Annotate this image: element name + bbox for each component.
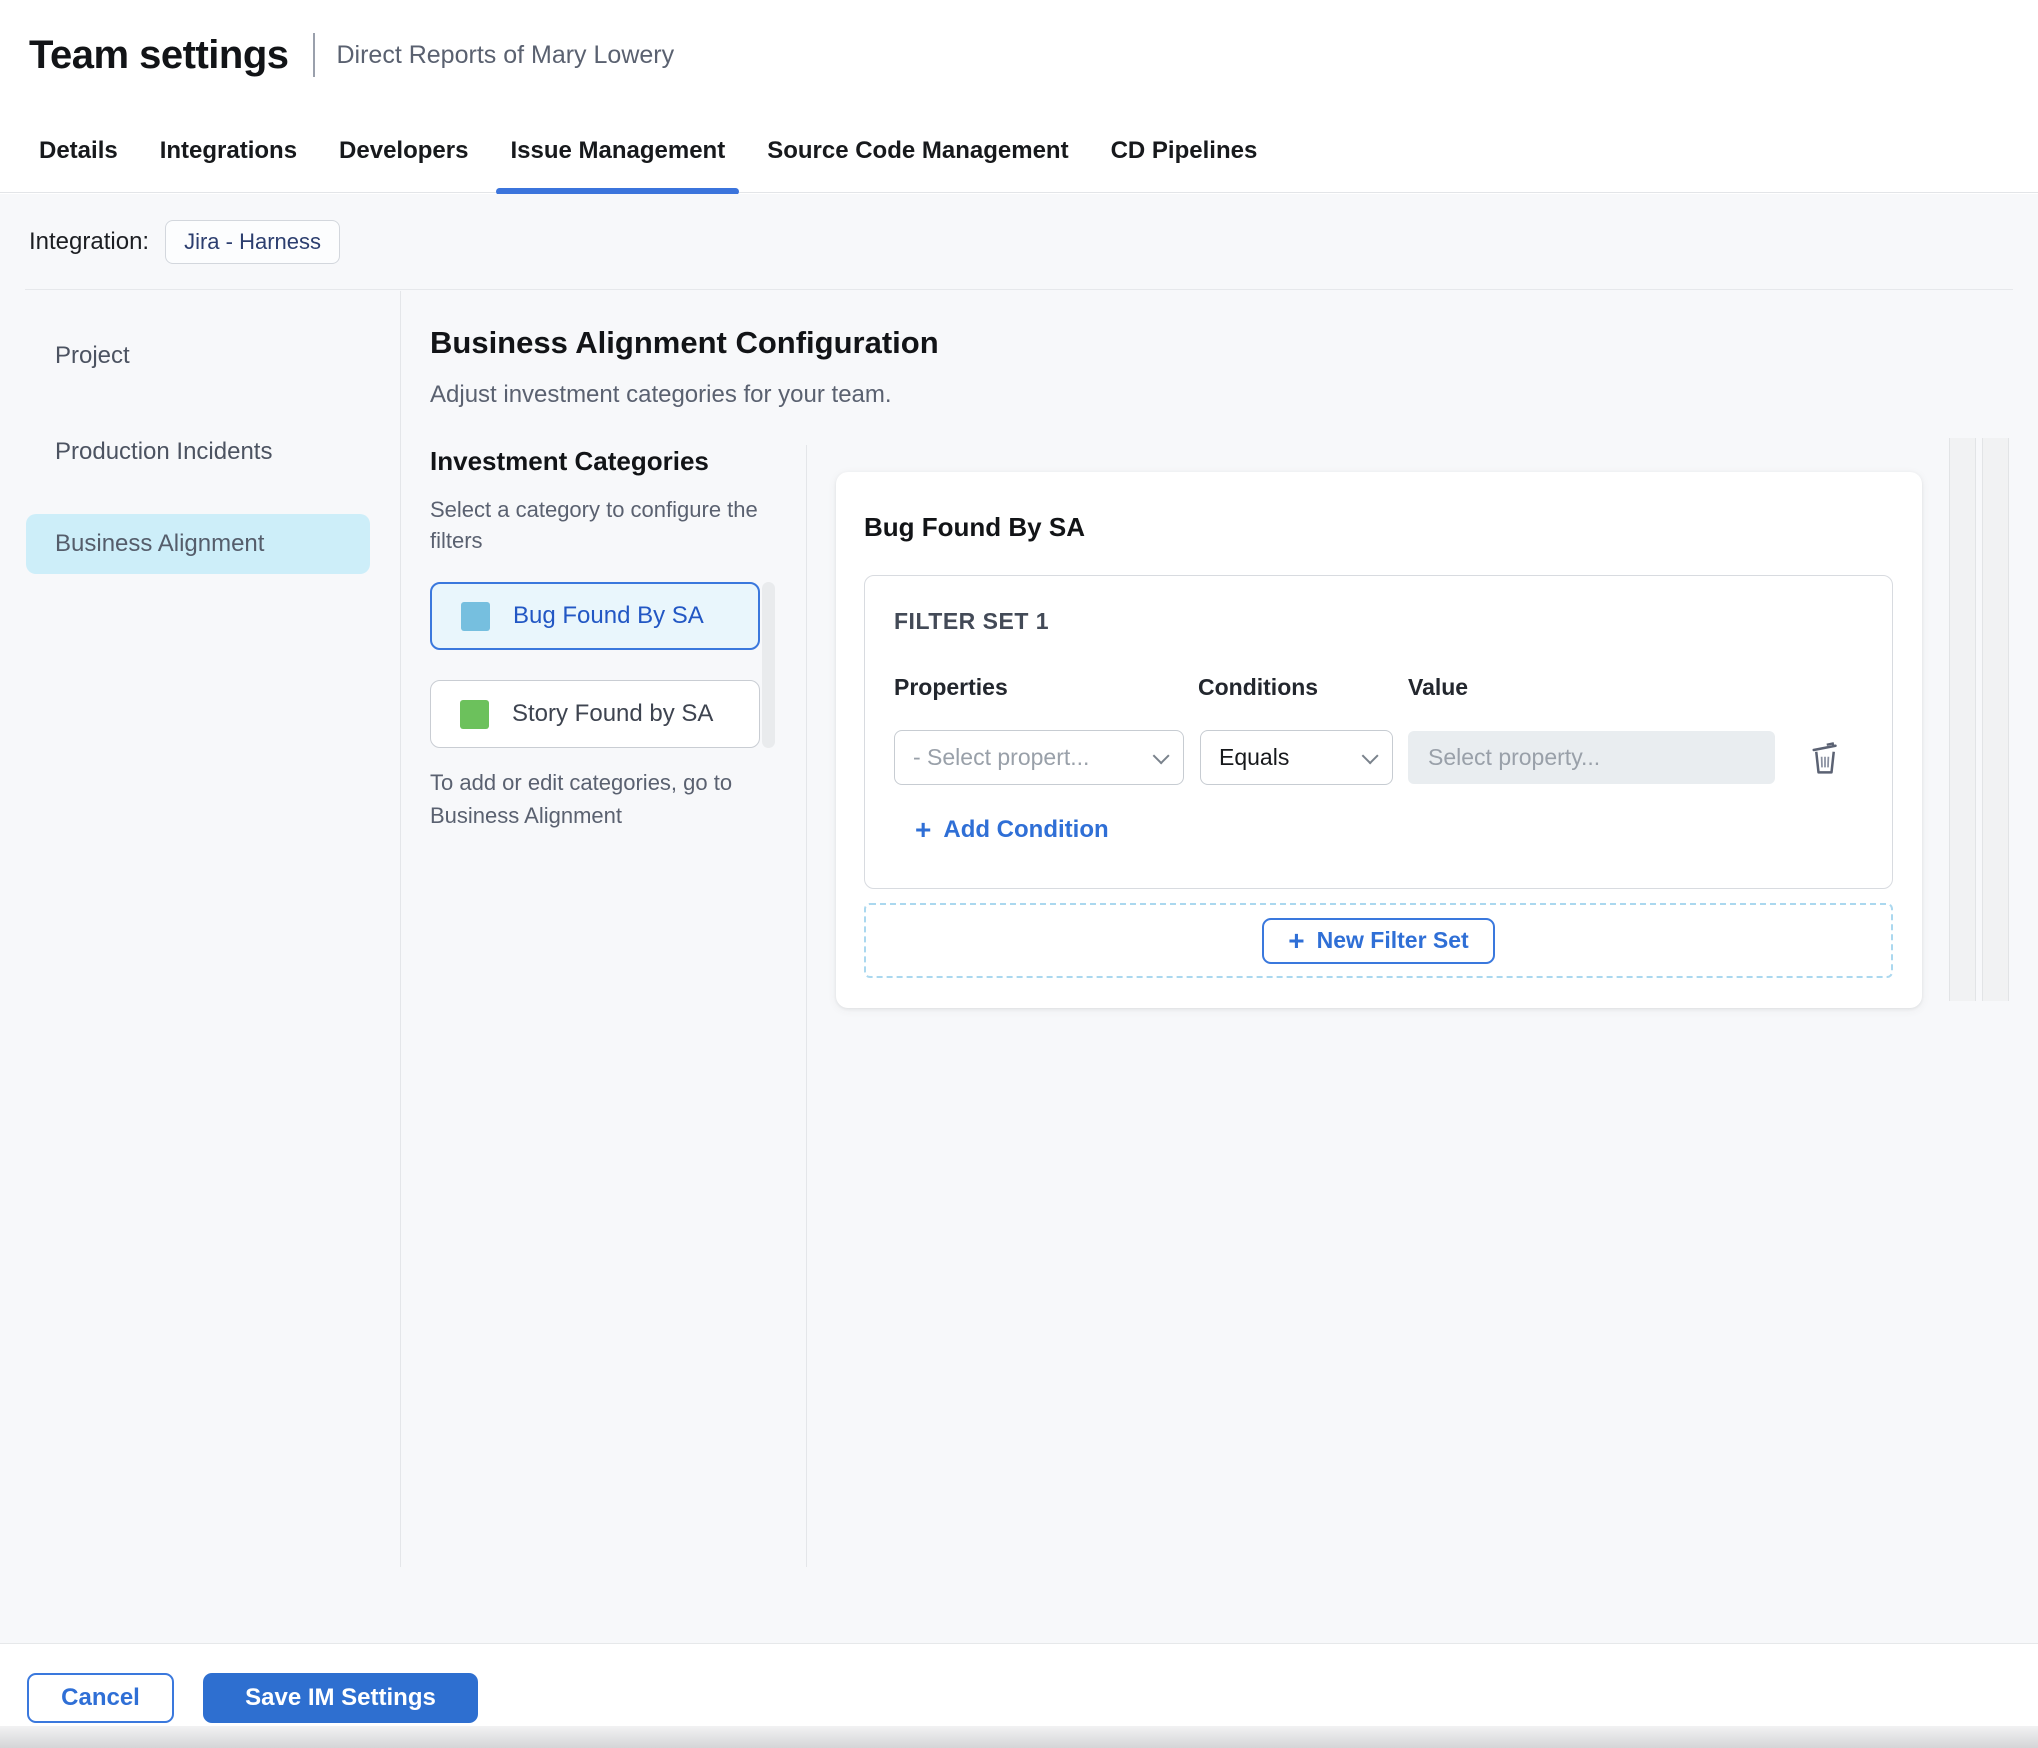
filter-set-title: FILTER SET 1 bbox=[894, 608, 1050, 634]
integration-label: Integration: bbox=[29, 228, 150, 255]
filter-set-1: FILTER SET 1 Properties Conditions Value… bbox=[864, 575, 1893, 889]
save-im-settings-button[interactable]: Save IM Settings bbox=[203, 1673, 478, 1723]
tab-cd-pipelines[interactable]: CD Pipelines bbox=[1111, 110, 1258, 193]
chevron-down-icon bbox=[1361, 746, 1379, 764]
tab-developers[interactable]: Developers bbox=[339, 110, 468, 193]
vertical-scrollbar[interactable] bbox=[1949, 438, 1976, 1001]
vertical-scrollbar[interactable] bbox=[1982, 438, 2009, 1001]
investment-categories-title: Investment Categories bbox=[430, 446, 709, 476]
cancel-button[interactable]: Cancel bbox=[27, 1673, 174, 1723]
column-header-value: Value bbox=[1408, 674, 1469, 700]
sidebar-item-project[interactable]: Project bbox=[26, 326, 370, 386]
category-button-story-found-by-sa[interactable]: Story Found by SA bbox=[430, 680, 760, 748]
new-filter-set-dropzone: + New Filter Set bbox=[864, 903, 1893, 978]
window-bottom-edge bbox=[0, 1726, 2038, 1748]
filter-card-title: Bug Found By SA bbox=[864, 512, 1085, 542]
properties-select[interactable]: - Select propert... bbox=[894, 730, 1184, 785]
conditions-select-value: Equals bbox=[1219, 744, 1290, 770]
tab-bar: Details Integrations Developers Issue Ma… bbox=[0, 110, 2038, 195]
section-title: Business Alignment Configuration bbox=[430, 325, 939, 360]
column-header-properties: Properties bbox=[894, 674, 1008, 700]
category-color-swatch bbox=[461, 601, 490, 631]
sidebar-divider bbox=[400, 291, 401, 1567]
category-color-swatch bbox=[460, 699, 489, 729]
header: Team settings Direct Reports of Mary Low… bbox=[0, 0, 2038, 110]
tab-source-code-management[interactable]: Source Code Management bbox=[767, 110, 1068, 193]
footer-bar: Cancel Save IM Settings bbox=[0, 1643, 2038, 1726]
add-condition-button[interactable]: + Add Condition bbox=[915, 816, 1109, 844]
category-button-bug-found-by-sa[interactable]: Bug Found By SA bbox=[430, 582, 760, 650]
new-filter-set-button[interactable]: + New Filter Set bbox=[1262, 917, 1495, 964]
tab-integrations[interactable]: Integrations bbox=[160, 110, 297, 193]
tab-issue-management[interactable]: Issue Management bbox=[496, 110, 739, 195]
investment-categories-hint: Select a category to configure the filte… bbox=[430, 497, 758, 553]
categories-footnote: To add or edit categories, go to Busines… bbox=[430, 770, 733, 828]
team-settings-page: Team settings Direct Reports of Mary Low… bbox=[0, 0, 2038, 1748]
sidebar-item-production-incidents[interactable]: Production Incidents bbox=[26, 422, 370, 482]
integration-row: Integration: Jira - Harness bbox=[0, 194, 2038, 290]
title-divider bbox=[312, 33, 315, 77]
category-list-scrollbar[interactable] bbox=[762, 582, 775, 748]
value-input[interactable] bbox=[1408, 731, 1775, 784]
new-filter-set-label: New Filter Set bbox=[1316, 927, 1469, 953]
plus-icon: + bbox=[915, 814, 932, 845]
properties-select-placeholder: - Select propert... bbox=[913, 744, 1090, 770]
delete-condition-button[interactable] bbox=[1803, 736, 1847, 780]
section-subtitle: Adjust investment categories for your te… bbox=[430, 381, 892, 408]
chevron-down-icon bbox=[1152, 746, 1170, 764]
plus-icon: + bbox=[1288, 925, 1305, 956]
conditions-select[interactable]: Equals bbox=[1200, 730, 1393, 785]
categories-divider bbox=[806, 445, 807, 1567]
integration-chip[interactable]: Jira - Harness bbox=[165, 220, 341, 264]
tab-details[interactable]: Details bbox=[39, 110, 118, 193]
add-condition-label: Add Condition bbox=[943, 816, 1109, 843]
trash-icon bbox=[1812, 742, 1837, 774]
team-name-subtitle: Direct Reports of Mary Lowery bbox=[336, 40, 675, 69]
column-header-conditions: Conditions bbox=[1198, 674, 1319, 700]
category-label: Story Found by SA bbox=[512, 700, 714, 727]
page-title: Team settings bbox=[29, 32, 289, 77]
category-label: Bug Found By SA bbox=[513, 602, 704, 629]
filter-config-card: Bug Found By SA FILTER SET 1 Properties … bbox=[836, 472, 1922, 1008]
sidebar-item-business-alignment[interactable]: Business Alignment bbox=[26, 514, 370, 574]
